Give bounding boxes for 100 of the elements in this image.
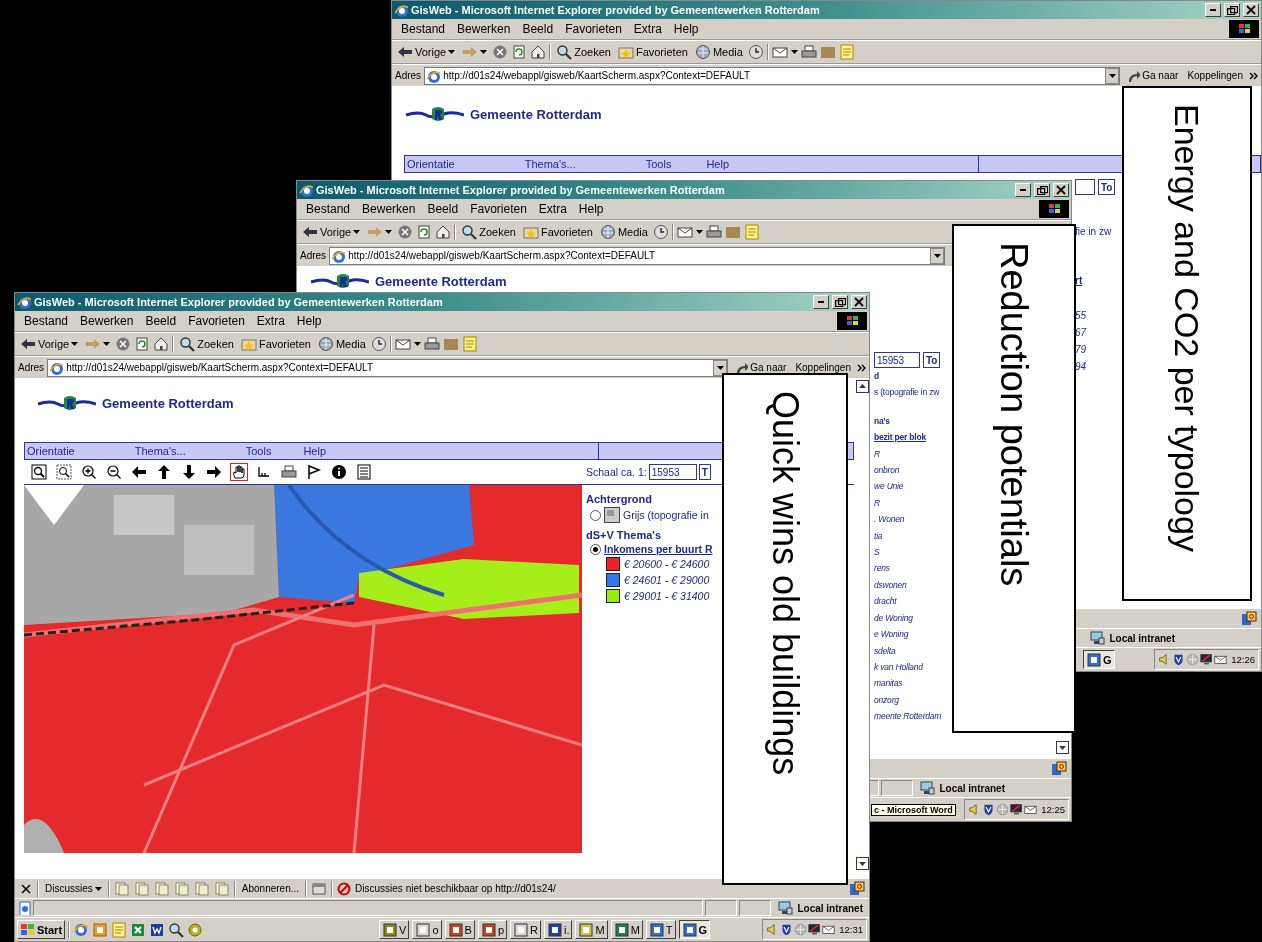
radio-button[interactable] bbox=[590, 543, 601, 555]
site-menu-item[interactable]: Tools bbox=[645, 158, 672, 170]
search-icon[interactable] bbox=[168, 921, 185, 938]
refresh-icon[interactable] bbox=[134, 336, 151, 352]
menu-item[interactable]: Help bbox=[572, 202, 610, 216]
menu-item[interactable]: Bestand bbox=[300, 202, 357, 216]
taskbar-button[interactable]: G bbox=[1083, 650, 1115, 669]
scroll-up-icon[interactable] bbox=[856, 380, 869, 393]
address-field[interactable]: http://d01s24/webappl/gisweb/KaartScherm.aspx?Context=DEFAULT bbox=[424, 66, 1121, 85]
show-button[interactable]: To bbox=[1098, 179, 1116, 195]
favorites-button[interactable]: Favorieten bbox=[520, 224, 595, 240]
shield-icon[interactable] bbox=[1172, 653, 1186, 666]
browser-icon[interactable] bbox=[73, 921, 90, 938]
menu-item[interactable]: Extra bbox=[627, 22, 668, 36]
menu-item[interactable]: Favorieten bbox=[559, 22, 628, 36]
print-icon[interactable] bbox=[423, 336, 440, 352]
envelope-icon[interactable] bbox=[822, 923, 836, 936]
menu-item[interactable]: Bewerken bbox=[451, 22, 517, 36]
taskbar-button[interactable]: M bbox=[575, 920, 608, 939]
scroll-down-icon[interactable] bbox=[1056, 741, 1069, 754]
favorites-button[interactable]: Favorieten bbox=[238, 336, 313, 352]
links-button[interactable]: Koppelingen bbox=[792, 362, 854, 373]
restore-button[interactable] bbox=[832, 295, 848, 309]
menu-item[interactable]: Beeld bbox=[516, 22, 560, 36]
map-tool-button[interactable] bbox=[230, 463, 248, 481]
address-field[interactable]: http://d01s24/webappl/gisweb/KaartScherm.aspx?Context=DEFAULT bbox=[329, 246, 945, 265]
taskbar-button[interactable]: B bbox=[444, 920, 475, 939]
site-menu-item[interactable]: Orientatie bbox=[27, 445, 75, 457]
monitor-icon[interactable] bbox=[808, 923, 822, 936]
address-field[interactable]: http://d01s24/webappl/gisweb/KaartScherm.aspx?Context=DEFAULT bbox=[47, 358, 729, 377]
menu-item[interactable]: Bestand bbox=[395, 22, 452, 36]
restore-button[interactable] bbox=[1224, 3, 1240, 17]
scale-field[interactable]: 15953 bbox=[874, 352, 920, 368]
theme-link[interactable]: rt bbox=[1075, 272, 1123, 289]
taskbar-button[interactable]: o bbox=[412, 920, 442, 939]
envelope-icon[interactable] bbox=[1024, 803, 1038, 816]
theme-link[interactable]: Inkomens per buurt R bbox=[604, 543, 713, 555]
discussions-button[interactable]: Discussies bbox=[43, 883, 104, 894]
taskbar-button[interactable]: G bbox=[678, 920, 711, 939]
home-icon[interactable] bbox=[530, 44, 547, 60]
shield-icon[interactable] bbox=[780, 923, 794, 936]
menu-item[interactable]: Extra bbox=[532, 202, 573, 216]
menu-item[interactable]: Favorieten bbox=[464, 202, 533, 216]
envelope-icon[interactable] bbox=[1214, 653, 1228, 666]
site-menu-item[interactable]: Orientatie bbox=[407, 158, 455, 170]
forward-button[interactable] bbox=[83, 336, 113, 352]
restore-button[interactable] bbox=[1034, 183, 1050, 197]
menu-item[interactable]: Bestand bbox=[18, 314, 75, 328]
taskbar-button[interactable]: M bbox=[610, 920, 643, 939]
back-button[interactable]: Vorige bbox=[18, 336, 81, 352]
show-button[interactable]: T bbox=[698, 464, 711, 480]
subscribe-button[interactable]: Abonneren... bbox=[239, 883, 302, 894]
monitor-icon[interactable] bbox=[1010, 803, 1024, 816]
taskbar-button[interactable]: T bbox=[645, 920, 676, 939]
menu-item[interactable]: Help bbox=[667, 22, 705, 36]
refresh-icon[interactable] bbox=[416, 224, 433, 240]
print-icon[interactable] bbox=[705, 224, 722, 240]
print-icon[interactable] bbox=[800, 44, 817, 60]
menu-item[interactable]: Beeld bbox=[421, 202, 465, 216]
home-icon[interactable] bbox=[153, 336, 170, 352]
map-tool-button[interactable] bbox=[105, 463, 123, 481]
spreadsheet-icon[interactable] bbox=[130, 921, 147, 938]
forward-button[interactable] bbox=[460, 44, 490, 60]
home-icon[interactable] bbox=[435, 224, 452, 240]
map-tool-button[interactable] bbox=[205, 463, 223, 481]
site-menu-item[interactable]: Thema's... bbox=[524, 158, 576, 170]
menu-item[interactable]: Beeld bbox=[139, 314, 183, 328]
search-button[interactable]: Zoeken bbox=[554, 44, 613, 60]
map-tool-button[interactable] bbox=[330, 463, 348, 481]
document-icon[interactable] bbox=[149, 921, 166, 938]
mail-icon[interactable] bbox=[771, 44, 788, 60]
site-menu-item[interactable]: Help bbox=[303, 445, 327, 457]
go-button[interactable]: Ga naar bbox=[1123, 68, 1182, 83]
taskbar-button[interactable]: V bbox=[379, 920, 410, 939]
forward-button[interactable] bbox=[365, 224, 395, 240]
menu-item[interactable]: Bewerken bbox=[74, 314, 140, 328]
history-icon[interactable] bbox=[747, 44, 764, 60]
site-menu-item[interactable]: Help bbox=[706, 158, 730, 170]
back-button[interactable]: Vorige bbox=[300, 224, 363, 240]
search-button[interactable]: Zoeken bbox=[177, 336, 236, 352]
calendar-icon[interactable] bbox=[92, 921, 109, 938]
map-tool-button[interactable] bbox=[55, 463, 73, 481]
map-tool-button[interactable] bbox=[80, 463, 98, 481]
map-tool-button[interactable] bbox=[30, 463, 48, 481]
taskbar-button[interactable]: p bbox=[477, 920, 507, 939]
close-icon[interactable] bbox=[19, 881, 33, 896]
stop-icon[interactable] bbox=[397, 224, 414, 240]
refresh-icon[interactable] bbox=[511, 44, 528, 60]
taskbar-button[interactable]: R bbox=[510, 920, 541, 939]
minimize-button[interactable] bbox=[1205, 3, 1221, 17]
media-button[interactable]: Media bbox=[597, 224, 650, 240]
history-icon[interactable] bbox=[370, 336, 387, 352]
favorites-button[interactable]: Favorieten bbox=[615, 44, 690, 60]
scale-field[interactable] bbox=[1075, 179, 1095, 195]
back-button[interactable]: Vorige bbox=[395, 44, 458, 60]
media-button[interactable]: Media bbox=[692, 44, 745, 60]
taskbar-button[interactable]: i. bbox=[543, 920, 573, 939]
circle-icon[interactable] bbox=[187, 921, 204, 938]
mail-icon[interactable] bbox=[676, 224, 693, 240]
close-button[interactable] bbox=[1053, 183, 1069, 197]
